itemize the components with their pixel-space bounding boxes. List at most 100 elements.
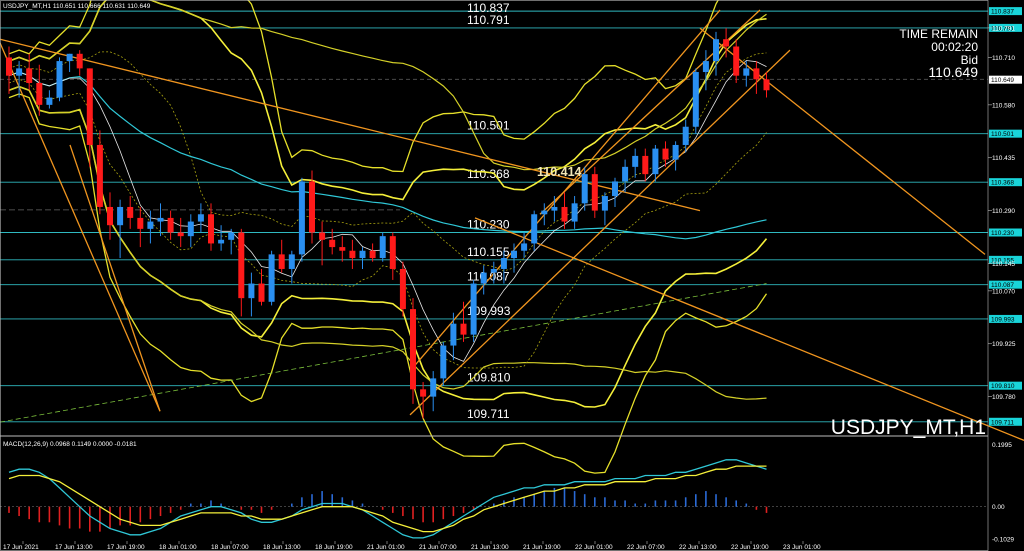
candle-body [531,214,538,244]
level-label: 110.501 [467,119,510,133]
candle-body [197,214,204,222]
price-axis-label: 109.925 [992,341,1016,348]
price-chart[interactable]: 110.837110.791110.791110.501110.501110.3… [0,0,1024,551]
candle-body [177,232,184,237]
candle-body [692,72,699,127]
price-axis-label: 110.710 [992,55,1015,62]
candle-body [46,97,53,105]
time-axis-label: 21 Jun 19:00 [523,544,561,551]
candle-body [117,206,124,226]
candle-body [278,254,285,269]
time-axis-label: 22 Jun 07:00 [627,544,665,551]
candle-body [86,68,93,145]
candle-body [187,221,194,237]
candle-body [339,247,346,251]
macd-axis-label: 0.00 [992,504,1005,511]
candle-body [672,144,679,160]
candle-body [107,206,113,226]
candle-body [743,68,750,76]
candle-body [410,309,416,390]
time-axis-label: 18 Jun 13:00 [263,544,301,551]
candle-body [137,217,144,229]
macd-header: MACD(12,26,9) 0.0968 0.1149 0.0000 -0.01… [3,441,137,448]
candle-body [288,254,295,269]
candle-body [763,79,770,91]
time-axis-label: 18 Jun 07:00 [211,544,249,551]
price-axis-label: 110.145 [992,261,1015,268]
highlight-price-label: 110.414 [537,165,582,179]
candle-body [511,250,517,259]
price-axis-label: 110.580 [992,102,1015,109]
time-axis-label: 17 Jun 19:00 [107,544,145,551]
macd-axis-label: 0.1995 [992,442,1012,449]
candle-body [420,389,427,397]
candle-body [682,126,689,145]
level-price-tag-text: 109.810 [991,383,1015,390]
level-price-tag-text: 110.230 [991,230,1014,237]
candle-body [298,181,305,255]
candle-body [581,174,588,204]
candle-body [16,68,23,76]
candle-body [76,53,83,69]
candle-body [268,254,275,302]
time-remain-title: TIME REMAIN [899,27,978,41]
price-axis-label: 110.070 [992,288,1015,295]
candle-body [228,232,235,240]
candle-body [480,272,487,284]
price-axis-label: 110.435 [992,155,1015,162]
current-price-tag-text: 110.649 [991,77,1014,84]
time-axis-label: 18 Jun 19:00 [315,544,353,551]
level-price-tag-text: 110.501 [991,131,1014,138]
price-axis-label: 110.290 [992,208,1015,215]
candle-body [753,68,760,80]
candle-body [66,53,73,62]
candle-body [96,144,103,207]
candle-body [238,232,245,299]
candle-body [399,268,406,310]
time-axis-label: 22 Jun 13:00 [679,544,717,551]
candle-body [349,250,356,259]
candle-body [591,174,598,211]
candle-body [662,148,669,160]
symbol-watermark: USDJPY_MT,H1 [831,416,986,439]
candle-body [167,217,174,233]
symbol-header: USDJPY_MT,H1 110.651 110.666 110.631 110… [3,3,151,10]
candle-body [430,378,437,397]
level-price-tag-text: 110.368 [991,180,1014,187]
time-axis-label: 21 Jun 01:00 [367,544,405,551]
candle-body [36,82,43,105]
candle-body [258,283,265,302]
candle-body [551,206,558,211]
candle-body [56,61,63,98]
time-axis-label: 21 Jun 13:00 [471,544,509,551]
candle-body [309,181,315,233]
candle-body [632,155,639,167]
candle-body [157,217,164,222]
time-axis-label: 22 Jun 01:00 [575,544,613,551]
price-axis-label: 109.780 [992,394,1016,401]
candle-body [652,148,659,175]
candle-body [440,345,447,379]
candle-body [561,206,568,222]
candle-body [379,236,386,259]
time-axis-label: 21 Jun 07:00 [419,544,457,551]
candle-body [319,232,326,240]
time-axis-label: 22 Jun 19:00 [731,544,769,551]
candle-body [389,236,396,269]
time-remain-value: 00:02:20 [931,40,978,54]
time-axis-label: 23 Jun 01:00 [783,544,821,551]
candle-body [470,283,477,335]
candle-body [702,61,709,73]
candle-body [6,57,12,76]
level-label: 110.837 [467,1,510,15]
candle-body [26,68,33,83]
candle-body [521,243,528,251]
level-price-tag-text: 109.993 [991,316,1015,323]
candle-body [208,214,214,244]
time-axis-label: 18 Jun 01:00 [159,544,197,551]
candle-body [460,323,467,335]
candle-body [612,181,618,197]
candle-body [500,258,507,269]
candle-body [733,46,740,76]
candle-body [218,239,225,244]
